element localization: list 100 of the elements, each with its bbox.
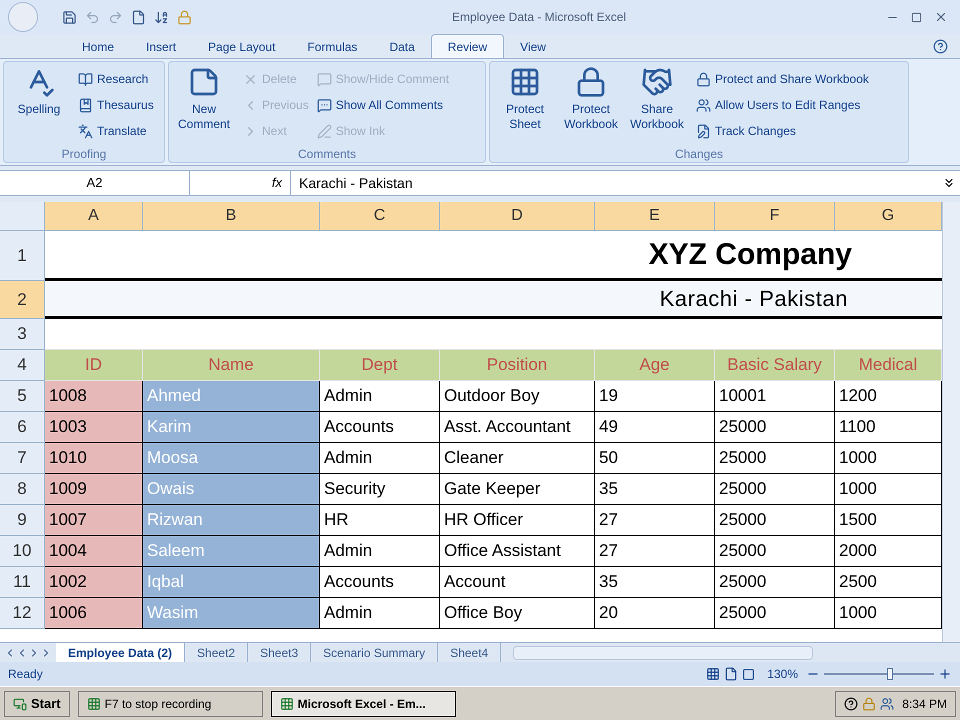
fx-icon[interactable]: fx — [190, 171, 290, 195]
start-button[interactable]: Start — [4, 690, 70, 716]
header-cell: ID — [45, 350, 143, 381]
table-cell: Saleem — [143, 536, 320, 567]
row-header[interactable]: 3 — [0, 319, 45, 350]
column-header[interactable]: D — [440, 202, 595, 231]
help-icon[interactable] — [844, 696, 858, 710]
table-cell: 1007 — [45, 505, 143, 536]
zoom-slider[interactable] — [824, 668, 934, 680]
ribbon-tab[interactable]: View — [504, 36, 562, 58]
table-cell: 50 — [595, 443, 715, 474]
sheet-tab[interactable]: Employee Data (2) — [56, 642, 186, 662]
ribbon-button[interactable]: Translate — [78, 118, 154, 144]
row-header[interactable]: 10 — [0, 536, 45, 567]
row-header[interactable]: 7 — [0, 443, 45, 474]
table-cell: Office Boy — [440, 598, 595, 629]
table-cell: 1000 — [835, 443, 942, 474]
taskbar-button[interactable]: F7 to stop recording — [78, 690, 263, 716]
row-header[interactable]: 12 — [0, 598, 45, 629]
lock-icon — [575, 66, 607, 98]
table-cell: HR — [320, 505, 440, 536]
table-cell: 35 — [595, 567, 715, 598]
row-header[interactable]: 11 — [0, 567, 45, 598]
table-cell: 25000 — [715, 443, 835, 474]
normal-view-icon[interactable] — [706, 667, 720, 681]
row-header[interactable]: 8 — [0, 474, 45, 505]
table-cell: 1010 — [45, 443, 143, 474]
close-icon[interactable] — [934, 10, 948, 24]
ribbon-tab[interactable]: Page Layout — [192, 36, 292, 58]
app-icon — [86, 696, 101, 710]
table-cell: 1500 — [835, 505, 942, 536]
help-icon[interactable] — [933, 39, 948, 54]
name-box[interactable]: A2 — [0, 171, 190, 195]
page-layout-icon[interactable] — [724, 667, 738, 681]
table-cell: 49 — [595, 412, 715, 443]
zoom-in-icon[interactable] — [938, 667, 952, 681]
ribbon-tab[interactable]: Review — [430, 34, 504, 58]
ribbon-button[interactable]: Spelling — [8, 66, 70, 117]
ribbon-tab[interactable]: Formulas — [291, 36, 374, 58]
ribbon-tab[interactable]: Home — [66, 36, 130, 58]
formula-input[interactable]: Karachi - Pakistan — [290, 171, 942, 195]
new-file-icon[interactable] — [131, 10, 146, 24]
zoom-slider-thumb[interactable] — [887, 668, 893, 680]
table-cell: 1009 — [45, 474, 143, 505]
ribbon-button[interactable]: Protect and Share Workbook — [696, 66, 869, 92]
table-cell: Owais — [143, 474, 320, 505]
table-cell: 1200 — [835, 381, 942, 412]
table-cell: Asst. Accountant — [440, 412, 595, 443]
horizontal-scrollbar[interactable] — [513, 646, 814, 660]
handshake-icon — [641, 66, 673, 98]
maximize-icon[interactable] — [911, 12, 922, 22]
sort-icon[interactable] — [154, 10, 169, 24]
table-cell: 19 — [595, 381, 715, 412]
table-cell: 2000 — [835, 536, 942, 567]
column-header[interactable]: F — [715, 202, 835, 231]
table-cell: 25000 — [715, 505, 835, 536]
column-header[interactable]: B — [143, 202, 320, 231]
row-header[interactable]: 9 — [0, 505, 45, 536]
speech-bubble-icon — [316, 72, 332, 86]
ribbon-button[interactable]: Research — [78, 66, 154, 92]
table-cell: 1100 — [835, 412, 942, 443]
table-cell: HR Officer — [440, 505, 595, 536]
ribbon-tab[interactable]: Insert — [130, 36, 192, 58]
header-cell: Name — [143, 350, 320, 381]
ribbon-button[interactable]: Thesaurus — [78, 92, 154, 118]
table-cell: Admin — [320, 598, 440, 629]
header-cell: Basic Salary — [715, 350, 835, 381]
ribbon-button[interactable]: New Comment — [173, 66, 235, 132]
row-header[interactable]: 2 — [0, 281, 45, 319]
ribbon-button[interactable]: Track Changes — [696, 118, 869, 144]
column-header[interactable]: E — [595, 202, 715, 231]
table-cell: Accounts — [320, 412, 440, 443]
save-icon[interactable] — [62, 10, 77, 24]
table-cell: Wasim — [143, 598, 320, 629]
row-header[interactable]: 4 — [0, 350, 45, 381]
ribbon-button[interactable]: Protect Workbook — [560, 66, 622, 132]
ribbon-button[interactable]: Allow Users to Edit Ranges — [696, 92, 869, 118]
table-cell: Moosa — [143, 443, 320, 474]
page-break-icon[interactable] — [742, 668, 756, 680]
column-header[interactable]: G — [835, 202, 942, 231]
table-cell: Karim — [143, 412, 320, 443]
table-cell: 1000 — [835, 474, 942, 505]
taskbar-button[interactable]: Microsoft Excel - Em... — [270, 690, 456, 716]
column-header[interactable]: C — [320, 202, 440, 231]
app-icon — [280, 696, 294, 710]
ribbon-button[interactable]: Share Workbook — [626, 66, 688, 132]
table-cell: 27 — [595, 505, 715, 536]
pen-document-icon — [696, 124, 711, 138]
vertical-scrollbar[interactable] — [942, 202, 960, 642]
zoom-level[interactable]: 130% — [767, 665, 798, 683]
ribbon-tab[interactable]: Data — [373, 36, 431, 58]
column-header[interactable]: A — [45, 202, 143, 231]
row-header[interactable]: 1 — [0, 231, 45, 281]
grid-icon — [509, 66, 541, 98]
row-header[interactable]: 5 — [0, 381, 45, 412]
table-cell: 27 — [595, 536, 715, 567]
ribbon-button[interactable]: Show All Comments — [316, 92, 450, 118]
table-cell: Security — [320, 474, 440, 505]
ribbon-button[interactable]: Protect Sheet — [494, 66, 556, 132]
row-header[interactable]: 6 — [0, 412, 45, 443]
